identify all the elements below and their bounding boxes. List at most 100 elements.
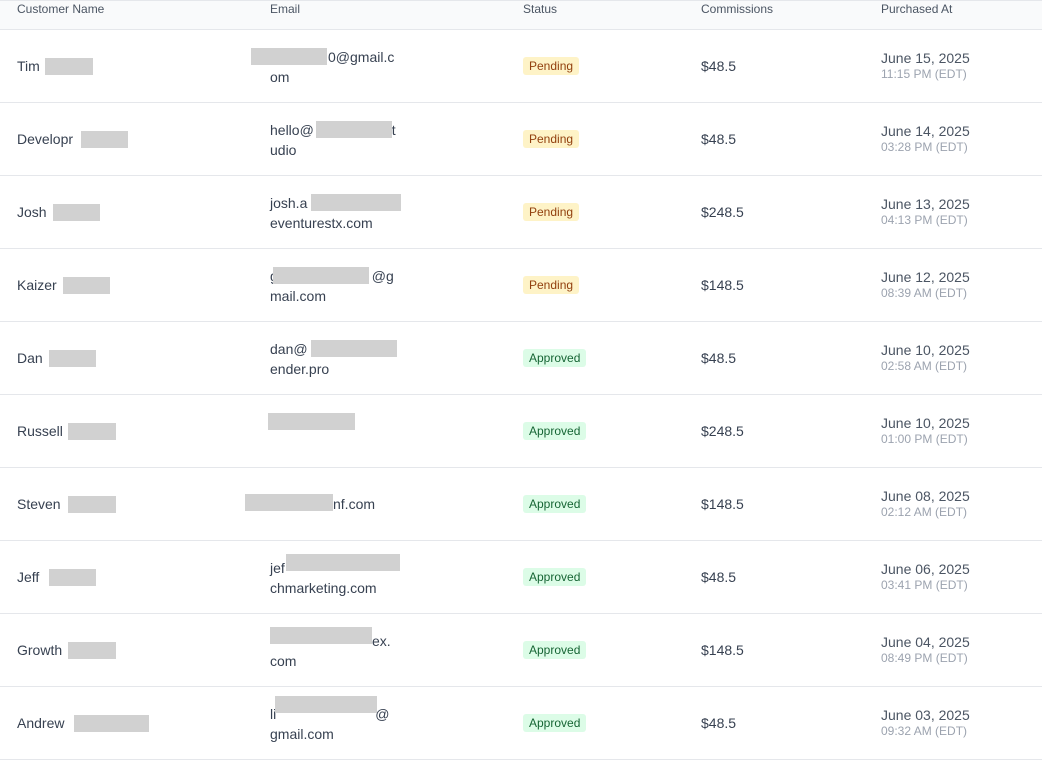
customer-name: Russell	[17, 423, 63, 439]
commission-amount: $148.5	[701, 642, 744, 658]
commission-amount: $48.5	[701, 569, 737, 585]
customer-name: Steven	[17, 496, 61, 512]
table-row[interactable]: Kaizerg@gmail.comPending$148.5June 12, 2…	[0, 249, 1042, 322]
customer-name: Dan	[17, 350, 43, 366]
purchase-date: June 04, 2025	[881, 634, 970, 650]
table-row[interactable]: Dan dan@ ender.pro Approved $48.5 June 10, 20…	[0, 322, 1042, 395]
customer-name: Andrew	[17, 715, 65, 731]
email-line-2: eventurestx.com	[270, 215, 373, 231]
column-header-purchased-at[interactable]: Purchased At	[881, 2, 952, 16]
table-body: Tim 0@gmail.c om Pending $48.5 June 15, 2025 1…	[0, 30, 1042, 760]
purchase-time: 03:28 PM (EDT)	[881, 140, 968, 154]
redacted-name-block	[81, 131, 128, 148]
purchase-time: 08:39 AM (EDT)	[881, 286, 968, 300]
commission-amount: $148.5	[701, 496, 744, 512]
commission-amount: $148.5	[701, 277, 744, 293]
redacted-email-block	[268, 413, 355, 430]
purchase-date: June 08, 2025	[881, 488, 970, 504]
customer-name: Josh	[17, 204, 47, 220]
redacted-name-block	[68, 642, 116, 659]
commission-amount: $248.5	[701, 423, 744, 439]
purchased-at: June 04, 2025 08:49 PM (EDT)	[881, 633, 970, 665]
redacted-email-block	[251, 48, 327, 65]
purchase-date: June 03, 2025	[881, 707, 970, 723]
commission-amount: $48.5	[701, 131, 737, 147]
purchased-at: June 06, 2025 03:41 PM (EDT)	[881, 560, 970, 592]
purchase-date: June 15, 2025	[881, 50, 970, 66]
customer-name: Developr	[17, 131, 74, 147]
purchased-at: June 10, 2025 02:58 AM (EDT)	[881, 341, 970, 373]
column-header-status[interactable]: Status	[523, 2, 557, 16]
commission-amount: $48.5	[701, 350, 737, 366]
purchase-time: 08:49 PM (EDT)	[881, 651, 968, 665]
redacted-name-block	[74, 715, 149, 732]
status-badge: Pending	[523, 130, 580, 148]
email-line-2: gmail.com	[270, 726, 334, 742]
commission-amount: $48.5	[701, 58, 737, 74]
status-cell: Approved	[523, 568, 587, 586]
purchased-at: June 13, 2025 04:13 PM (EDT)	[881, 195, 970, 227]
email-line-1-end: @	[375, 706, 390, 722]
redacted-name-block	[63, 277, 110, 294]
purchase-time: 02:58 AM (EDT)	[881, 359, 968, 373]
email-line-1-end: @g	[371, 268, 394, 284]
redacted-email-block	[286, 554, 400, 571]
purchase-date: June 06, 2025	[881, 561, 970, 577]
column-header-commissions[interactable]: Commissions	[701, 2, 773, 16]
table-row[interactable]: Developr hello@ t udio Pending $48.5 June 14, …	[0, 103, 1042, 176]
status-badge: Pending	[523, 57, 580, 75]
status-badge: Pending	[523, 203, 580, 221]
customer-name: Jeff	[17, 569, 40, 585]
commission-amount: $248.5	[701, 204, 744, 220]
purchased-at: June 03, 2025 09:32 AM (EDT)	[881, 706, 970, 738]
purchased-at: June 10, 2025 01:00 PM (EDT)	[881, 414, 970, 446]
redacted-name-block	[49, 569, 96, 586]
purchase-time: 04:13 PM (EDT)	[881, 213, 968, 227]
table-row[interactable]: Steven nf.com Approved $148.5 June 08, 2025 0…	[0, 468, 1042, 541]
purchased-at: June 08, 2025 02:12 AM (EDT)	[881, 487, 970, 519]
email-line-2: chmarketing.com	[270, 580, 377, 596]
email-line-1: nf.com	[333, 496, 376, 512]
purchase-date: June 10, 2025	[881, 415, 970, 431]
email-line-1-start: hello@	[270, 122, 314, 138]
purchase-date: June 10, 2025	[881, 342, 970, 358]
table-row[interactable]: Josh josh.a eventurestx.com Pending $248.5 Ju…	[0, 176, 1042, 249]
purchase-time: 11:15 PM (EDT)	[881, 67, 967, 81]
redacted-name-block	[68, 423, 116, 440]
status-cell: Approved	[523, 349, 587, 367]
redacted-name-block	[45, 58, 93, 75]
redacted-name-block	[49, 350, 96, 367]
table-row[interactable]: Tim 0@gmail.c om Pending $48.5 June 15, 2025 1…	[0, 30, 1042, 103]
status-badge: Approved	[523, 349, 587, 367]
table-row[interactable]: Growth ex. com Approved $148.5 June 04, 2025 0…	[0, 614, 1042, 687]
status-cell: Pending	[523, 130, 580, 148]
redacted-email-block	[311, 340, 397, 357]
purchase-time: 03:41 PM (EDT)	[881, 578, 968, 592]
status-cell: Pending	[523, 57, 580, 75]
redacted-name-block	[53, 204, 100, 221]
purchased-at: June 12, 2025 08:39 AM (EDT)	[881, 268, 970, 300]
status-cell: Pending	[523, 203, 580, 221]
purchase-time: 01:00 PM (EDT)	[881, 432, 968, 446]
table-header: Customer Name Email Status Commissions P…	[0, 0, 1042, 30]
status-badge: Pending	[523, 276, 580, 294]
table-row[interactable]: Andrew li @ gmail.com Approved $48.5 June 03, …	[0, 687, 1042, 760]
commission-amount: $48.5	[701, 715, 737, 731]
customer-name: Kaizer	[17, 277, 57, 293]
redacted-email-block	[275, 696, 377, 713]
redacted-email-block	[270, 627, 372, 644]
table-row[interactable]: Jeff jef chmarketing.com Approved $48.5 June …	[0, 541, 1042, 614]
purchase-date: June 14, 2025	[881, 123, 970, 139]
purchased-at: June 14, 2025 03:28 PM (EDT)	[881, 122, 970, 154]
status-badge: Approved	[523, 641, 587, 659]
purchase-time: 02:12 AM (EDT)	[881, 505, 968, 519]
purchased-at: June 15, 2025 11:15 PM (EDT)	[881, 49, 970, 81]
email-line-2: udio	[270, 142, 297, 158]
redacted-email-block	[273, 267, 369, 284]
column-header-email[interactable]: Email	[270, 2, 300, 16]
purchase-date: June 12, 2025	[881, 269, 970, 285]
table-row[interactable]: Russelldata.comApproved$248.5June 10, 20…	[0, 395, 1042, 468]
commissions-table: Customer Name Email Status Commissions P…	[0, 0, 1042, 760]
column-header-customer-name[interactable]: Customer Name	[17, 2, 104, 16]
status-badge: Approved	[523, 495, 587, 513]
